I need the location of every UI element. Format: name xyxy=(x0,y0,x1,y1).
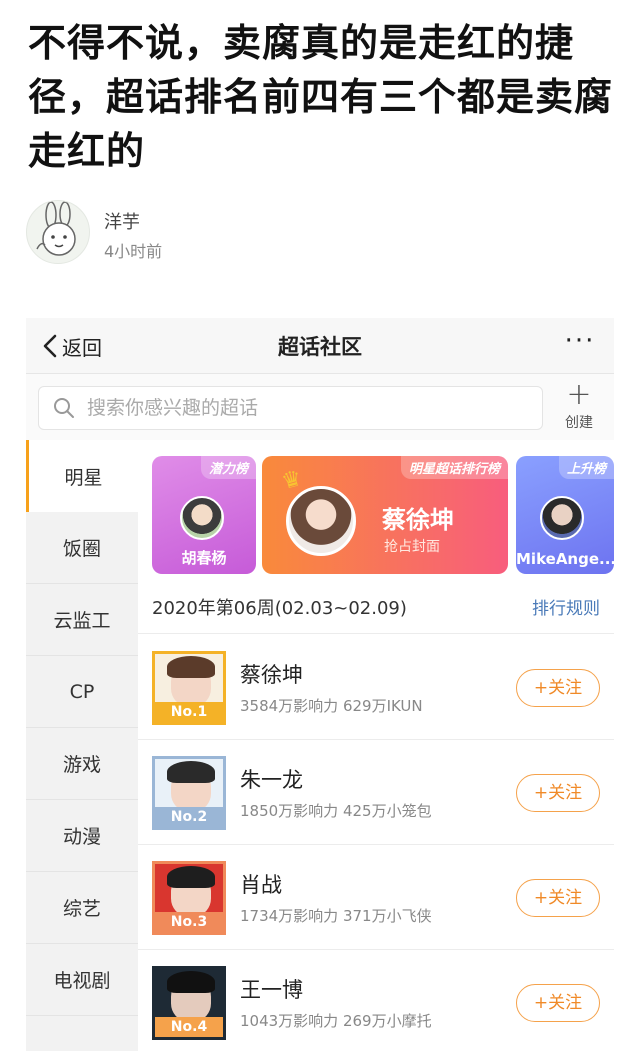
rank-badge: No.2 xyxy=(155,807,223,827)
bunny-icon xyxy=(36,201,76,256)
avatar xyxy=(180,496,224,540)
search-box[interactable] xyxy=(38,386,543,430)
sidebar-item-cloud-monitor[interactable]: 云监工 xyxy=(26,584,138,656)
ranking-row[interactable]: No.2 朱一龙 1850万影响力 425万小笼包 +关注 xyxy=(138,740,614,845)
sidebar-item-variety[interactable]: 综艺 xyxy=(26,872,138,944)
search-bar: + 创建 xyxy=(26,374,614,440)
create-button[interactable]: + 创建 xyxy=(554,380,604,436)
potential-list-banner[interactable]: 潜力榜 胡春杨 xyxy=(152,456,256,574)
create-label: 创建 xyxy=(565,415,593,431)
rising-list-banner[interactable]: 上升榜 MikeAnge... xyxy=(516,456,614,574)
ranking-name: 蔡徐坤 xyxy=(240,663,303,687)
ranking-stats: 1734万影响力 371万小飞侠 xyxy=(240,907,432,925)
rank-badge: No.1 xyxy=(155,702,223,722)
week-header: 2020年第06周(02.03~02.09) 排行规则 xyxy=(138,580,614,634)
banner-name: MikeAnge... xyxy=(516,550,614,568)
page-title: 超话社区 xyxy=(278,335,362,359)
article-headline: 不得不说，卖腐真的是走红的捷径，超话排名前四有三个都是卖腐走红的 xyxy=(28,21,614,173)
author-avatar[interactable] xyxy=(26,200,90,264)
banner-tag: 潜力榜 xyxy=(200,456,256,479)
post-time: 4小时前 xyxy=(104,242,163,261)
follow-button[interactable]: +关注 xyxy=(516,774,600,812)
ranking-rules-link[interactable]: 排行规则 xyxy=(532,594,600,619)
author-name[interactable]: 洋芋 xyxy=(104,208,140,234)
search-input[interactable] xyxy=(85,396,525,420)
banner-name: 胡春杨 xyxy=(181,549,227,567)
ranking-row[interactable]: No.3 肖战 1734万影响力 371万小飞侠 +关注 xyxy=(138,845,614,950)
banner-tag: 上升榜 xyxy=(558,456,614,479)
sidebar-item-games[interactable]: 游戏 xyxy=(26,728,138,800)
search-icon xyxy=(54,398,74,418)
ranking-name: 王一博 xyxy=(240,978,303,1002)
ranking-content: 潜力榜 胡春杨 明星超话排行榜 ♛ 蔡徐坤 抢占封面 上升榜 MikeAnge.… xyxy=(138,440,614,1051)
ranking-name: 肖战 xyxy=(240,873,282,897)
back-button[interactable]: 返回 xyxy=(40,330,102,362)
crown-icon: ♛ xyxy=(279,465,305,496)
star-ranking-banner[interactable]: 明星超话排行榜 ♛ 蔡徐坤 抢占封面 xyxy=(262,456,508,574)
ranking-row[interactable]: No.4 王一博 1043万影响力 269万小摩托 +关注 xyxy=(138,950,614,1051)
sidebar-item-cp[interactable]: CP xyxy=(26,656,138,728)
avatar xyxy=(286,486,356,556)
plus-icon: + xyxy=(566,377,592,412)
follow-button[interactable]: +关注 xyxy=(516,669,600,707)
ranking-stats: 3584万影响力 629万IKUN xyxy=(240,697,423,715)
category-sidebar: 明星 饭圈 云监工 CP 游戏 动漫 综艺 电视剧 xyxy=(26,440,138,1051)
follow-button[interactable]: +关注 xyxy=(516,984,600,1022)
banner-name: 蔡徐坤 xyxy=(382,506,454,534)
ranking-avatar: No.2 xyxy=(152,756,226,830)
back-label: 返回 xyxy=(62,335,102,360)
banner-tag: 明星超话排行榜 xyxy=(400,456,508,479)
ranking-row[interactable]: No.1 蔡徐坤 3584万影响力 629万IKUN +关注 xyxy=(138,635,614,740)
banner-subtitle: 抢占封面 xyxy=(384,539,440,555)
sidebar-item-tv-series[interactable]: 电视剧 xyxy=(26,944,138,1016)
chevron-left-icon xyxy=(43,334,57,358)
sidebar-item-fandom[interactable]: 饭圈 xyxy=(26,512,138,584)
more-icon[interactable]: ··· xyxy=(560,328,600,360)
week-label: 2020年第06周(02.03~02.09) xyxy=(152,598,407,619)
sidebar-item-stars[interactable]: 明星 xyxy=(26,440,138,512)
ranking-name: 朱一龙 xyxy=(240,768,303,792)
ranking-stats: 1043万影响力 269万小摩托 xyxy=(240,1012,432,1030)
rank-badge: No.4 xyxy=(155,1017,223,1037)
rank-badge: No.3 xyxy=(155,912,223,932)
ranking-avatar: No.3 xyxy=(152,861,226,935)
embedded-app-screenshot: 返回 超话社区 ··· + 创建 明星 饭圈 云监工 CP 游戏 动漫 综艺 电… xyxy=(26,318,614,1051)
ranking-stats: 1850万影响力 425万小笼包 xyxy=(240,802,432,820)
nav-bar: 返回 超话社区 ··· xyxy=(26,318,614,374)
follow-button[interactable]: +关注 xyxy=(516,879,600,917)
sidebar-item-anime[interactable]: 动漫 xyxy=(26,800,138,872)
ranking-avatar: No.1 xyxy=(152,651,226,725)
ranking-avatar: No.4 xyxy=(152,966,226,1040)
avatar xyxy=(540,496,584,540)
